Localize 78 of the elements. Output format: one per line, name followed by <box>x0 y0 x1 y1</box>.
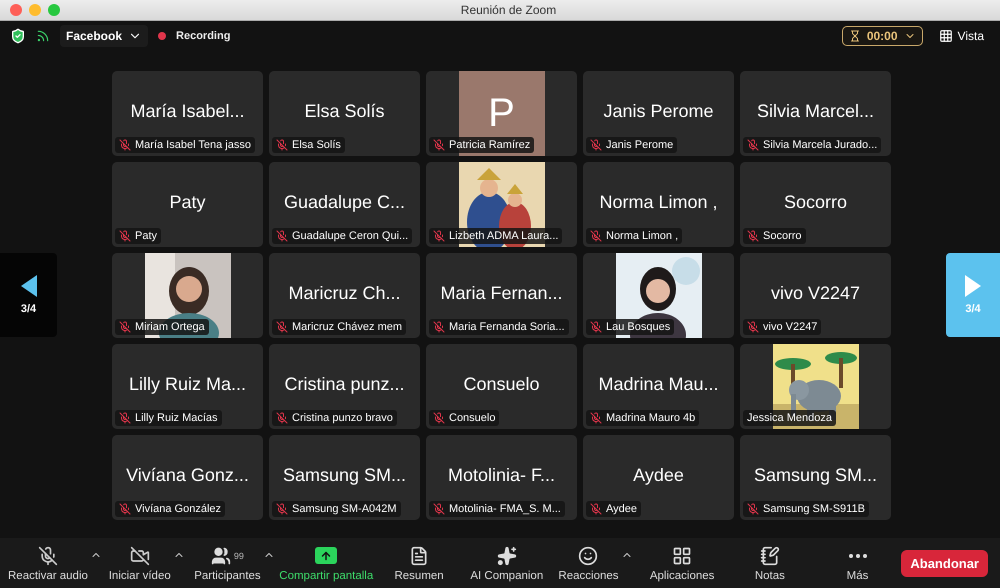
participant-label: Aydee <box>606 503 637 515</box>
toolbar-button[interactable]: Iniciar vídeo <box>106 544 173 582</box>
participant-name: Samsung SM... <box>282 465 406 486</box>
participant-label: Lizbeth ADMA Laura... <box>449 230 558 242</box>
toolbar-button[interactable]: Aplicaciones <box>648 544 716 582</box>
toolbar-button[interactable]: AI Companion <box>468 544 546 582</box>
view-button[interactable]: Vista <box>932 28 990 44</box>
participant-label: Maricruz Chávez mem <box>292 321 402 333</box>
toolbar-button[interactable]: Compartir pantalla <box>277 544 376 582</box>
participant-name: Madrina Mau... <box>598 374 719 395</box>
toolbar-button[interactable]: Notas <box>752 544 787 582</box>
participant-label: Vivíana González <box>135 503 222 515</box>
participant-name: Silvia Marcel... <box>756 101 874 122</box>
leave-button[interactable]: Abandonar <box>901 550 988 576</box>
participant-name: Janis Perome <box>603 101 714 122</box>
participant-label: Madrina Mauro 4b <box>606 412 696 424</box>
document-sparkle-icon <box>409 546 430 566</box>
participant-label: Janis Perome <box>606 139 674 151</box>
window-title: Reunión de Zoom <box>460 3 558 17</box>
participant-name: Maricruz Ch... <box>288 283 401 304</box>
toolbar-button[interactable]: 99 Participantes <box>192 544 263 582</box>
recording-status: Recording <box>176 30 230 42</box>
participant-name: Cristina punz... <box>284 374 405 395</box>
grid-icon <box>938 29 953 43</box>
participant-label: Silvia Marcela Jurado... <box>763 139 878 151</box>
participant-name: Consuelo <box>463 374 540 395</box>
participant-name: Aydee <box>633 465 684 486</box>
participant-label: vivo V2247 <box>763 321 818 333</box>
participant-label: Socorro <box>763 230 802 242</box>
participant-name: Vivíana Gonz... <box>126 465 249 486</box>
participant-name: Lilly Ruiz Ma... <box>128 374 246 395</box>
right-arrow-icon <box>965 275 981 297</box>
participant-name: Motolinia- F... <box>448 465 556 486</box>
apps-icon <box>672 546 692 566</box>
participant-name: Samsung SM... <box>754 465 878 486</box>
recording-dot <box>158 32 166 40</box>
toolbar-button[interactable]: Reactivar audio <box>6 544 90 582</box>
participant-label: Lilly Ruiz Macías <box>135 412 218 424</box>
hourglass-icon <box>848 30 861 42</box>
toolbar-button[interactable]: Reacciones <box>556 544 621 582</box>
toolbar-button[interactable]: Más <box>844 544 870 582</box>
video-off-icon <box>130 546 150 566</box>
participant-label: Consuelo <box>449 412 496 424</box>
people-icon <box>210 546 231 566</box>
participant-label: Motolinia- FMA_S. M... <box>449 503 561 515</box>
participant-label: Paty <box>135 230 158 242</box>
participant-label: Lau Bosques <box>606 321 670 333</box>
share-screen-icon <box>315 547 338 564</box>
participant-label: Elsa Solís <box>292 139 341 151</box>
participant-label: Guadalupe Ceron Qui... <box>292 230 408 242</box>
muted-microphone-icon <box>38 546 58 566</box>
participant-label: Samsung SM-A042M <box>292 503 397 515</box>
participant-name: Elsa Solís <box>304 101 385 122</box>
sparkle-icon <box>496 546 517 566</box>
participant-label: Miriam Ortega <box>135 321 205 333</box>
participant-name: Maria Fernan... <box>440 283 563 304</box>
previous-page-button[interactable]: 3/4 <box>0 253 57 337</box>
participant-name: Socorro <box>784 192 848 213</box>
toolbar-button[interactable]: Resumen <box>392 544 446 582</box>
signal-icon[interactable] <box>36 29 50 43</box>
participant-name: Norma Limon , <box>599 192 718 213</box>
participant-label: Samsung SM-S911B <box>763 503 865 515</box>
participant-label: Maria Fernanda Soria... <box>449 321 565 333</box>
timer-button[interactable]: 00:00 <box>842 26 923 46</box>
left-arrow-icon <box>20 275 36 297</box>
shield-icon[interactable] <box>10 28 26 44</box>
participant-label: Norma Limon , <box>606 230 678 242</box>
stream-dropdown[interactable]: Facebook <box>60 25 148 47</box>
participant-name: vivo V2247 <box>770 283 860 304</box>
participant-label: Cristina punzo bravo <box>292 412 393 424</box>
notes-icon <box>760 546 780 566</box>
participant-name: Guadalupe C... <box>284 192 406 213</box>
more-icon <box>848 554 867 558</box>
smiley-icon <box>578 546 598 566</box>
participant-label: María Isabel Tena jasso <box>135 139 251 151</box>
participant-label: Jessica Mendoza <box>747 412 832 424</box>
participant-name: Paty <box>169 192 206 213</box>
participant-name: María Isabel... <box>130 101 245 122</box>
